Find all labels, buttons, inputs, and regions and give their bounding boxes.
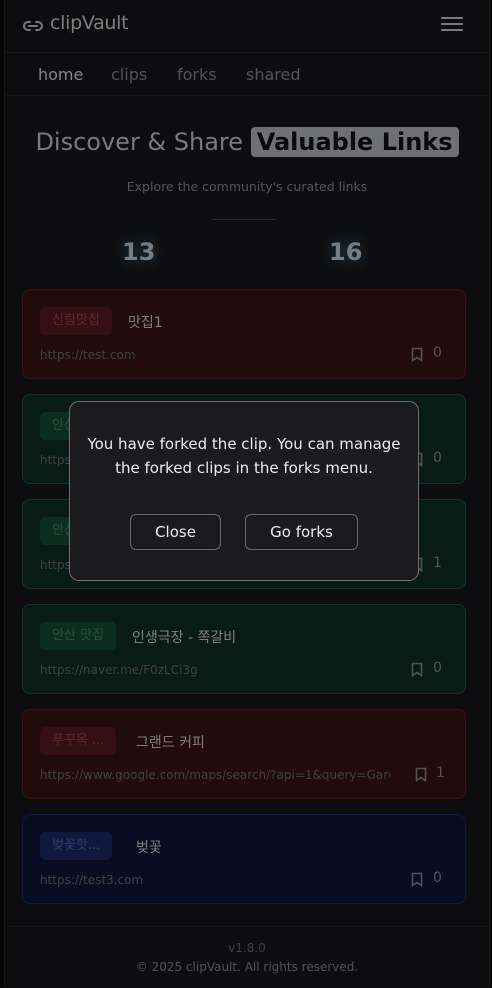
go-forks-button[interactable]: Go forks (245, 514, 358, 550)
dialog-message: You have forked the clip. You can manage… (87, 435, 401, 477)
close-button[interactable]: Close (130, 514, 221, 550)
fork-success-dialog: You have forked the clip. You can manage… (69, 401, 419, 581)
